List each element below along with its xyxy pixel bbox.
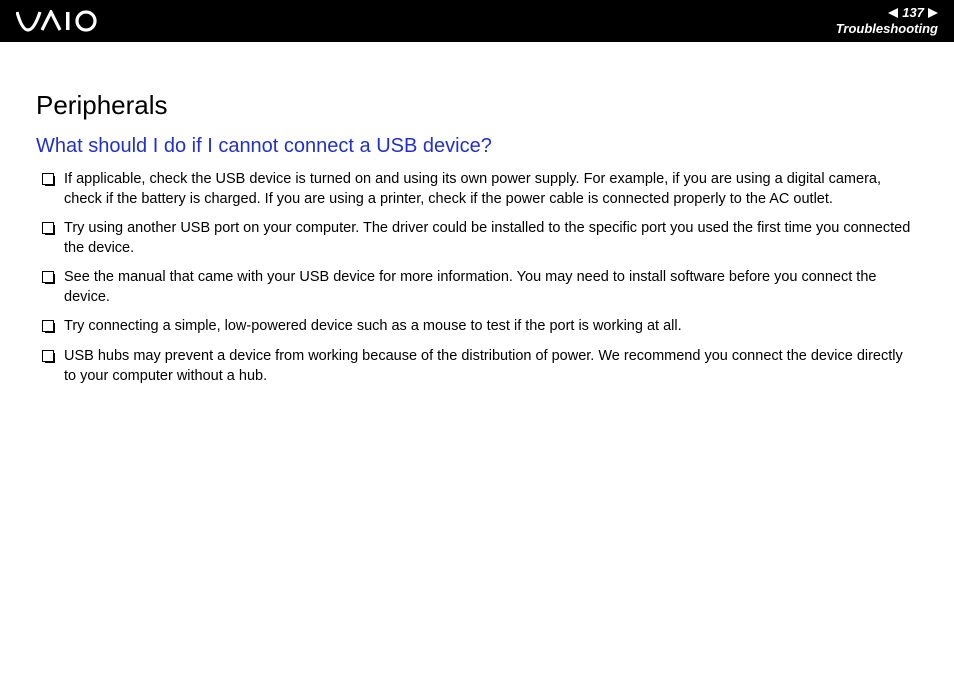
page-navigation: 137 xyxy=(836,5,938,21)
page-content: Peripherals What should I do if I cannot… xyxy=(0,42,954,386)
header-right: 137 Troubleshooting xyxy=(836,5,938,36)
vaio-logo xyxy=(16,10,116,32)
list-item-text: Try connecting a simple, low-powered dev… xyxy=(64,317,918,337)
checkbox-bullet-icon xyxy=(42,320,54,332)
list-item-text: Try using another USB port on your compu… xyxy=(64,219,918,258)
question-heading: What should I do if I cannot connect a U… xyxy=(36,135,918,158)
checkbox-bullet-icon xyxy=(42,173,54,185)
page-title: Peripherals xyxy=(36,90,918,121)
list-item: Try connecting a simple, low-powered dev… xyxy=(36,317,918,337)
section-label: Troubleshooting xyxy=(836,21,938,37)
list-item: See the manual that came with your USB d… xyxy=(36,268,918,307)
answer-list: If applicable, check the USB device is t… xyxy=(36,170,918,386)
list-item: USB hubs may prevent a device from worki… xyxy=(36,347,918,386)
list-item: If applicable, check the USB device is t… xyxy=(36,170,918,209)
checkbox-bullet-icon xyxy=(42,222,54,234)
list-item: Try using another USB port on your compu… xyxy=(36,219,918,258)
prev-page-arrow-icon[interactable] xyxy=(888,8,898,18)
list-item-text: USB hubs may prevent a device from worki… xyxy=(64,347,918,386)
page-number: 137 xyxy=(902,5,924,21)
list-item-text: If applicable, check the USB device is t… xyxy=(64,170,918,209)
next-page-arrow-icon[interactable] xyxy=(928,8,938,18)
list-item-text: See the manual that came with your USB d… xyxy=(64,268,918,307)
checkbox-bullet-icon xyxy=(42,350,54,362)
page-header: 137 Troubleshooting xyxy=(0,0,954,42)
checkbox-bullet-icon xyxy=(42,271,54,283)
